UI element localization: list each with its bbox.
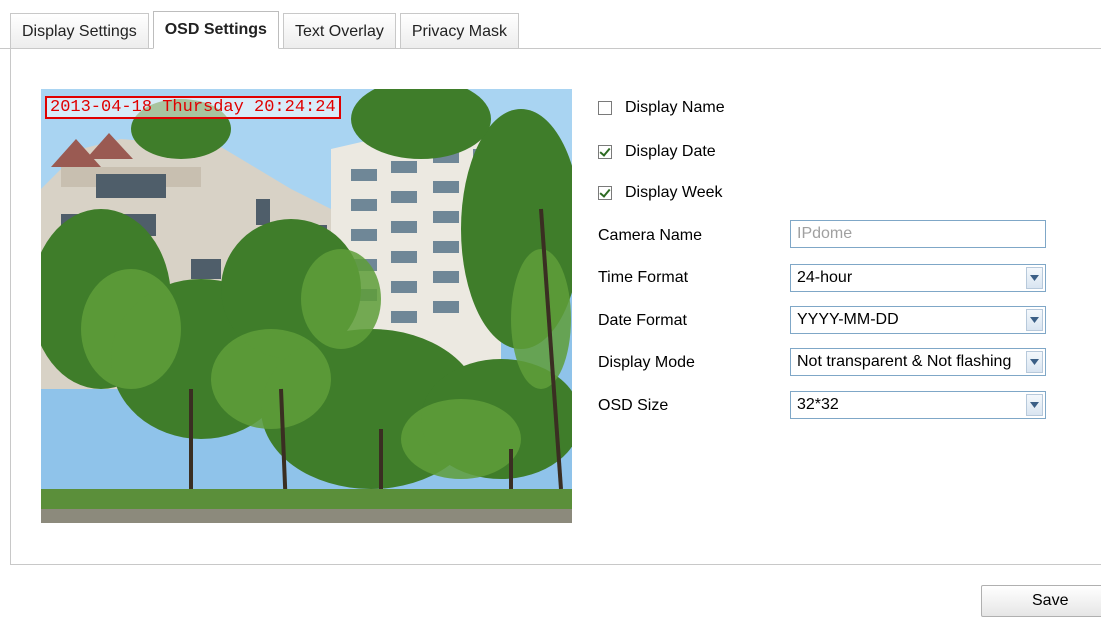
camera-preview-image [41, 89, 572, 523]
tab-bar: Display Settings OSD Settings Text Overl… [10, 11, 523, 49]
osd-date-stamp[interactable]: 2013-04-18 Thursday 20:24:24 [45, 96, 341, 119]
display-date-option[interactable]: Display Date [598, 143, 716, 161]
chevron-down-icon[interactable] [1026, 309, 1043, 331]
display-date-checkbox[interactable] [598, 145, 612, 159]
save-button[interactable]: Save [981, 585, 1101, 617]
display-name-label: Display Name [625, 99, 725, 116]
display-name-checkbox[interactable] [598, 101, 612, 115]
tab-display-settings[interactable]: Display Settings [10, 13, 149, 49]
chevron-down-icon[interactable] [1026, 394, 1043, 416]
date-format-select[interactable]: YYYY-MM-DD [790, 306, 1046, 334]
time-format-select[interactable]: 24-hour [790, 264, 1046, 292]
tab-osd-settings[interactable]: OSD Settings [152, 11, 279, 49]
display-date-label: Display Date [625, 143, 716, 160]
camera-name-value: IPdome [797, 225, 853, 242]
time-format-label: Time Format [598, 269, 689, 286]
display-mode-select[interactable]: Not transparent & Not flashing [790, 348, 1046, 376]
display-week-checkbox[interactable] [598, 186, 612, 200]
date-format-value: YYYY-MM-DD [797, 311, 899, 328]
tab-text-overlay[interactable]: Text Overlay [282, 13, 396, 49]
chevron-down-icon[interactable] [1026, 267, 1043, 289]
display-name-option[interactable]: Display Name [598, 99, 725, 117]
display-mode-label: Display Mode [598, 354, 695, 371]
camera-name-label: Camera Name [598, 227, 703, 244]
camera-preview [41, 89, 572, 523]
time-format-value: 24-hour [797, 269, 853, 286]
osd-size-value: 32*32 [797, 396, 839, 413]
display-week-label: Display Week [625, 184, 723, 201]
osd-size-select[interactable]: 32*32 [790, 391, 1046, 419]
camera-name-input[interactable]: IPdome [790, 220, 1046, 248]
display-week-option[interactable]: Display Week [598, 184, 723, 202]
osd-size-label: OSD Size [598, 397, 669, 414]
date-format-label: Date Format [598, 312, 687, 329]
chevron-down-icon[interactable] [1026, 351, 1043, 373]
display-mode-value: Not transparent & Not flashing [797, 353, 1012, 370]
tab-privacy-mask[interactable]: Privacy Mask [399, 13, 519, 49]
